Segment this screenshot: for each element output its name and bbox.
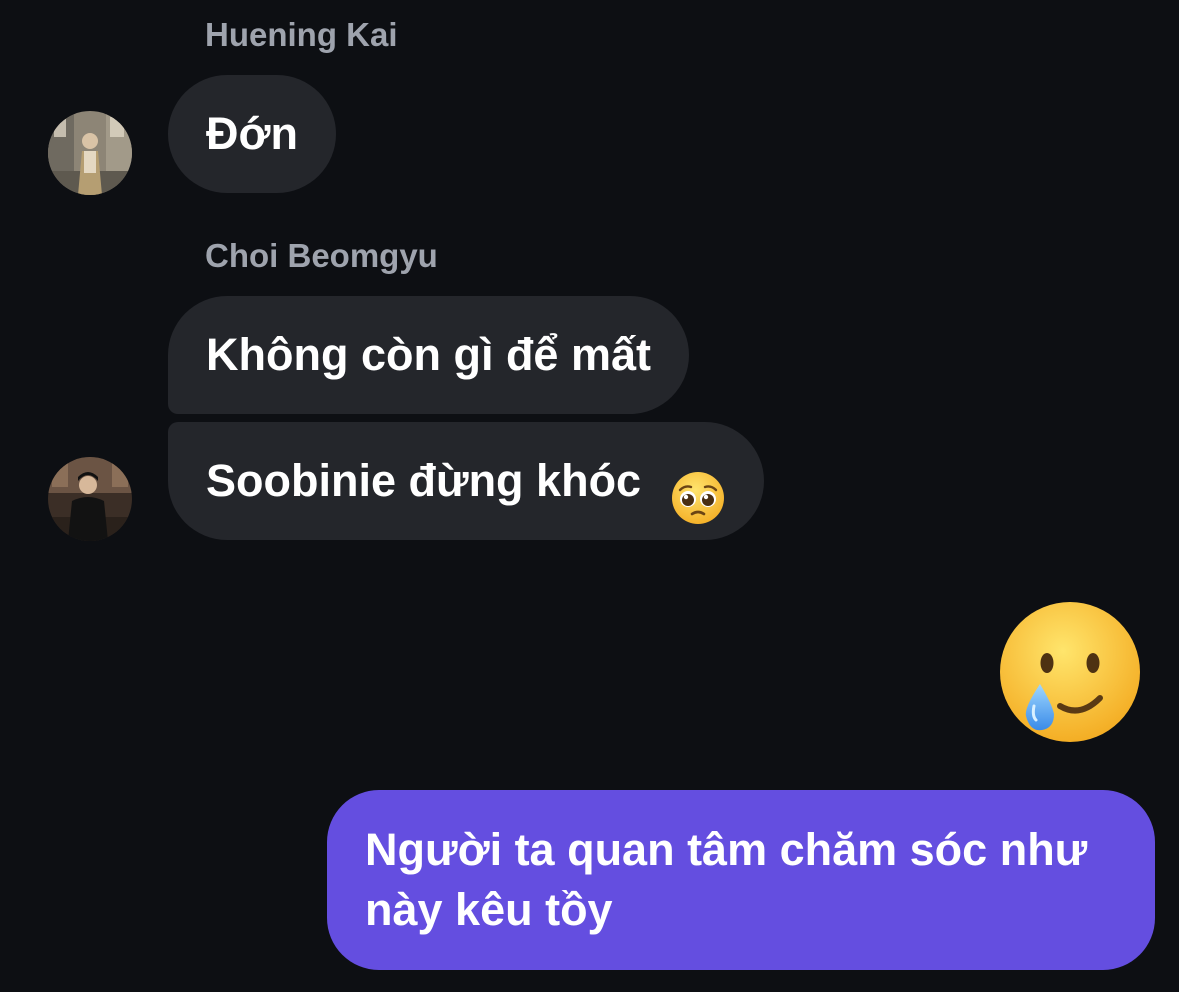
message-text: Đớn	[206, 108, 298, 159]
sent-message-bubble[interactable]: Người ta quan tâm chăm sóc như này kêu t…	[327, 790, 1155, 970]
sender-name: Choi Beomgyu	[205, 237, 438, 274]
message-text-line: Người ta quan tâm chăm sóc như	[365, 824, 1088, 875]
avatar[interactable]	[48, 457, 132, 541]
message-bubble[interactable]: Không còn gì để mất	[168, 296, 689, 414]
message-text-line: này kêu tồy	[365, 884, 613, 935]
message-text: Không còn gì để mất	[206, 329, 651, 380]
avatar[interactable]	[48, 111, 132, 195]
pleading-face-emoji-icon	[670, 452, 726, 525]
smiling-face-with-tear-emoji-icon[interactable]	[998, 600, 1144, 746]
avatar-photo	[48, 111, 132, 195]
sender-name: Huening Kai	[205, 16, 398, 53]
message-bubble[interactable]: Soobinie đừng khóc	[168, 422, 764, 540]
message-text: Soobinie đừng khóc	[206, 455, 642, 506]
message-bubble[interactable]: Đớn	[168, 75, 336, 193]
avatar-photo	[48, 457, 132, 541]
